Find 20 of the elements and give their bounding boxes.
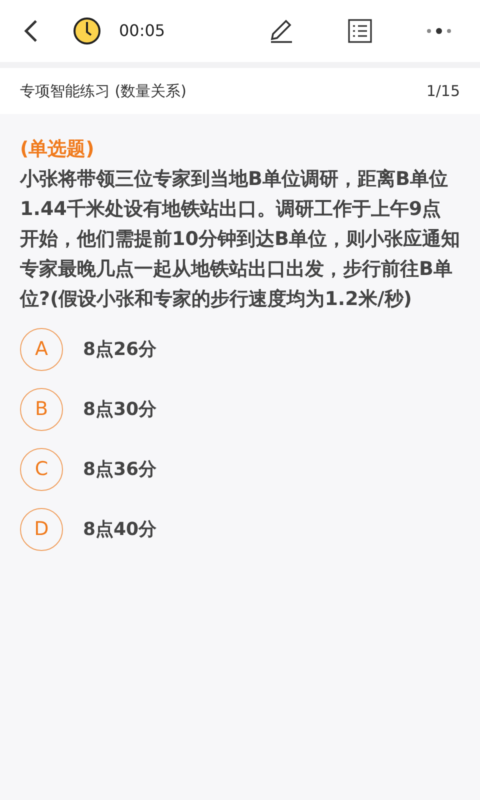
list-icon[interactable] — [348, 19, 372, 43]
timer: 00:05 — [119, 20, 166, 42]
option-letter: B — [20, 388, 63, 431]
more-icon[interactable] — [426, 27, 452, 35]
pencil-icon[interactable] — [268, 18, 294, 44]
answer-option[interactable]: D 8点40分 — [20, 508, 460, 551]
question-text: 小张将带领三位专家到当地B单位调研，距离B单位1.44千米处设有地铁站出口。调研工作于上午9点开始，他们需提前10分钟到达B单位，则小张应通知专家最晚几点一起从地铁站出口出发，步行前往B单位?(假设小张和专家的步行速度均为1.2米/秒) — [20, 167, 460, 312]
question-type: (单选题) — [20, 137, 96, 162]
option-letter: C — [20, 448, 63, 491]
answer-option[interactable]: A 8点26分 — [20, 328, 460, 371]
option-letter: D — [20, 508, 63, 551]
option-text: 8点36分 — [83, 458, 157, 482]
clock-icon — [73, 17, 101, 45]
answer-option[interactable]: C 8点36分 — [20, 448, 460, 491]
answer-option[interactable]: B 8点30分 — [20, 388, 460, 431]
option-letter: A — [20, 328, 63, 371]
option-text: 8点30分 — [83, 398, 157, 422]
option-text: 8点26分 — [83, 338, 157, 362]
section-title: 专项智能练习 (数量关系) — [20, 80, 186, 102]
option-text: 8点40分 — [83, 518, 157, 542]
